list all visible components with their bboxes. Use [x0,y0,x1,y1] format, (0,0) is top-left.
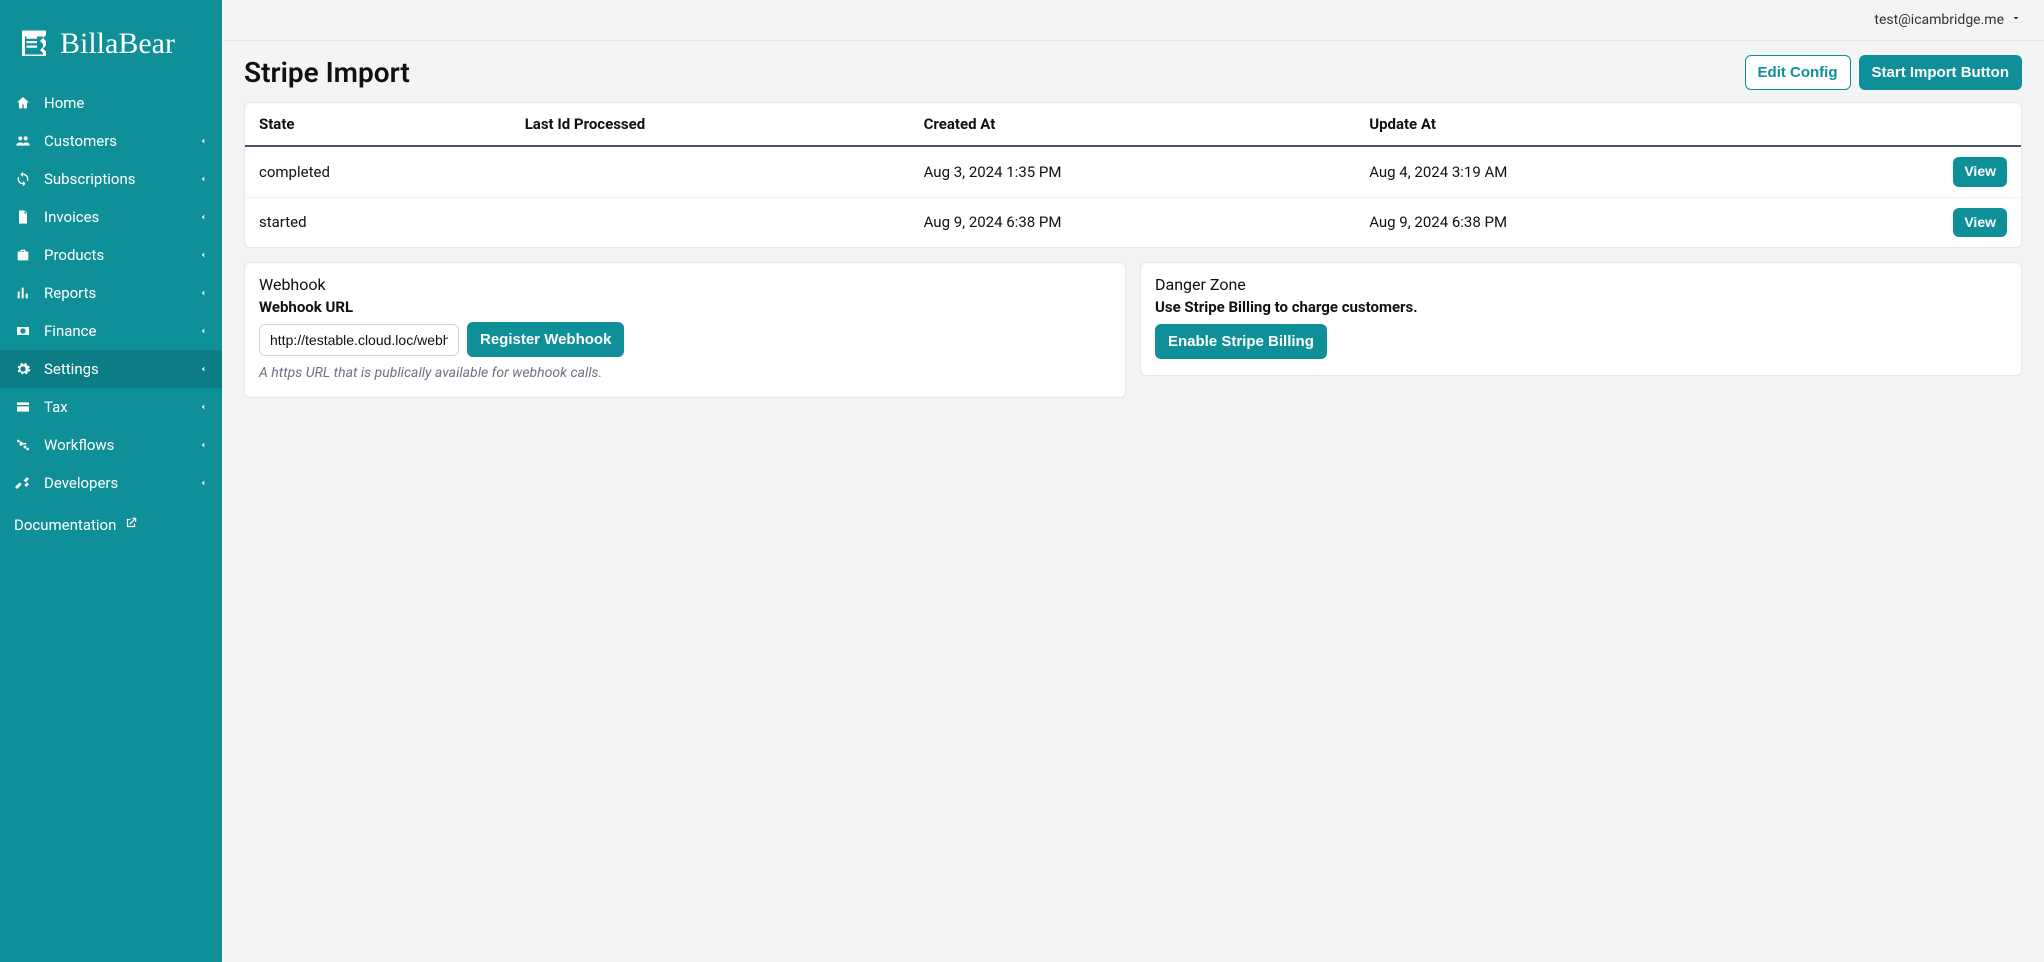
gear-icon [14,361,32,377]
topbar: test@icambridge.me [222,0,2044,41]
chevron-left-icon [198,322,208,340]
home-icon [14,95,32,111]
sidebar-item-invoices[interactable]: Invoices [0,198,222,236]
sidebar-item-subscriptions[interactable]: Subscriptions [0,160,222,198]
card-icon [14,399,32,415]
sidebar-item-label: Finance [44,322,186,340]
cell-state: started [245,197,511,247]
danger-description: Use Stripe Billing to charge customers. [1155,298,2007,316]
edit-config-button[interactable]: Edit Config [1745,55,1851,90]
col-actions [1802,103,2021,146]
workflow-icon [14,437,32,453]
sidebar-item-developers[interactable]: Developers [0,464,222,502]
documentation-link[interactable]: Documentation [0,506,222,544]
user-email: test@icambridge.me [1874,12,2004,28]
webhook-panel: Webhook Webhook URL Register Webhook A h… [244,262,1126,398]
chevron-left-icon [198,436,208,454]
cell-actions: View [1802,146,2021,197]
sidebar-item-finance[interactable]: Finance [0,312,222,350]
sidebar-item-label: Products [44,246,186,264]
users-icon [14,133,32,149]
col-last-id: Last Id Processed [511,103,910,146]
chevron-left-icon [198,398,208,416]
sidebar-item-label: Developers [44,474,186,492]
sidebar-item-customers[interactable]: Customers [0,122,222,160]
documentation-label: Documentation [14,516,116,534]
chevron-left-icon [198,360,208,378]
imports-table-card: State Last Id Processed Created At Updat… [244,102,2022,248]
brand-logo-icon [16,26,52,62]
panels: Webhook Webhook URL Register Webhook A h… [244,262,2022,398]
chevron-left-icon [198,246,208,264]
cell-last-id [511,197,910,247]
start-import-button[interactable]: Start Import Button [1859,55,2022,90]
sidebar-item-label: Reports [44,284,186,302]
col-state: State [245,103,511,146]
chevron-left-icon [198,208,208,226]
sidebar-item-reports[interactable]: Reports [0,274,222,312]
table-row: started Aug 9, 2024 6:38 PMAug 9, 2024 6:… [245,197,2021,247]
cell-state: completed [245,146,511,197]
external-link-icon [124,516,138,534]
col-updated: Update At [1355,103,1801,146]
chevron-left-icon [198,284,208,302]
sidebar-item-label: Subscriptions [44,170,186,188]
bar-chart-icon [14,285,32,301]
sidebar-item-settings[interactable]: Settings [0,350,222,388]
sync-icon [14,171,32,187]
enable-stripe-billing-button[interactable]: Enable Stripe Billing [1155,324,1327,359]
page-header: Stripe Import Edit Config Start Import B… [244,55,2022,90]
view-button[interactable]: View [1953,157,2007,187]
sidebar-item-products[interactable]: Products [0,236,222,274]
page-title: Stripe Import [244,56,410,89]
tools-icon [14,475,32,491]
webhook-heading: Webhook [259,275,1111,294]
sidebar-item-label: Tax [44,398,186,416]
cell-last-id [511,146,910,197]
cell-updated: Aug 4, 2024 3:19 AM [1355,146,1801,197]
cell-created: Aug 9, 2024 6:38 PM [910,197,1356,247]
register-webhook-button[interactable]: Register Webhook [467,322,624,357]
sidebar-item-home[interactable]: Home [0,84,222,122]
nav-list: Home Customers Subscriptions Invoices Produc… [0,84,222,502]
cell-created: Aug 3, 2024 1:35 PM [910,146,1356,197]
content: Stripe Import Edit Config Start Import B… [222,41,2044,428]
brand[interactable]: BillaBear [0,12,222,84]
imports-table: State Last Id Processed Created At Updat… [245,103,2021,247]
chevron-left-icon [198,170,208,188]
brand-name: BillaBear [60,27,175,61]
sidebar-item-label: Home [44,94,208,112]
sidebar-item-tax[interactable]: Tax [0,388,222,426]
webhook-url-input[interactable] [259,324,459,356]
cell-updated: Aug 9, 2024 6:38 PM [1355,197,1801,247]
sidebar-item-label: Workflows [44,436,186,454]
chevron-down-icon [2010,12,2022,28]
file-icon [14,209,32,225]
danger-zone-panel: Danger Zone Use Stripe Billing to charge… [1140,262,2022,376]
sidebar-item-label: Invoices [44,208,186,226]
main: test@icambridge.me Stripe Import Edit Co… [222,0,2044,962]
chevron-left-icon [198,474,208,492]
briefcase-icon [14,247,32,263]
view-button[interactable]: View [1953,208,2007,238]
webhook-help-text: A https URL that is publically available… [259,365,1111,381]
chevron-left-icon [198,132,208,150]
sidebar: BillaBear Home Customers Subscriptions Invo… [0,0,222,962]
danger-heading: Danger Zone [1155,275,2007,294]
table-row: completed Aug 3, 2024 1:35 PMAug 4, 2024 … [245,146,2021,197]
user-menu[interactable]: test@icambridge.me [1874,12,2022,28]
col-created: Created At [910,103,1356,146]
cell-actions: View [1802,197,2021,247]
webhook-url-label: Webhook URL [259,298,1111,316]
sidebar-item-workflows[interactable]: Workflows [0,426,222,464]
sidebar-item-label: Customers [44,132,186,150]
page-actions: Edit Config Start Import Button [1745,55,2022,90]
sidebar-item-label: Settings [44,360,186,378]
cash-icon [14,323,32,339]
